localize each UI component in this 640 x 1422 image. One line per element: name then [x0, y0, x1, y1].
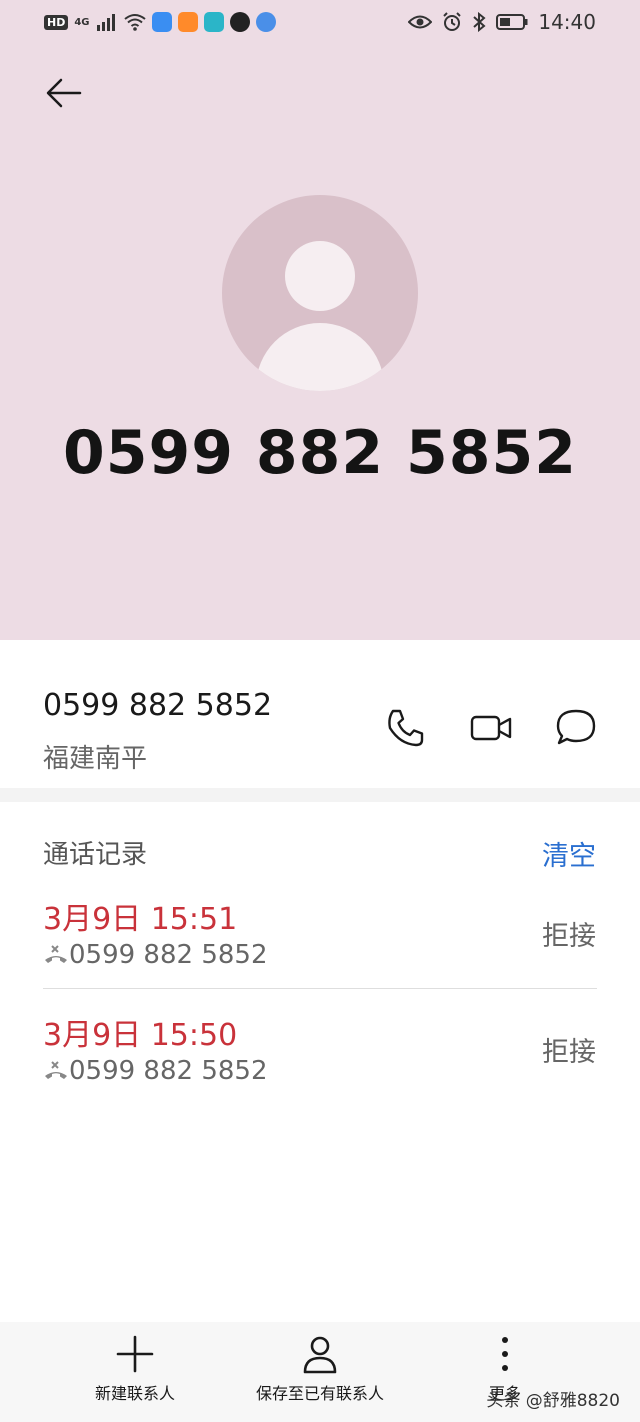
record-number: 0599 882 5852: [69, 940, 268, 970]
record-date: 3月9日 15:50: [43, 1018, 238, 1053]
network-badge: 4G: [74, 16, 90, 28]
call-button[interactable]: [383, 706, 427, 750]
save-to-existing-label: 保存至已有联系人: [255, 1384, 384, 1403]
message-button[interactable]: [554, 706, 598, 750]
record-status: 拒接: [542, 1037, 596, 1068]
clear-button[interactable]: 清空: [542, 834, 596, 873]
rejected-call-icon: [45, 1061, 67, 1079]
new-contact-label: 新建联系人: [94, 1384, 175, 1403]
contact-number: 0599 882 5852: [43, 688, 273, 723]
more-vertical-icon: [502, 1337, 508, 1371]
section-divider: [0, 788, 640, 802]
status-left: HD 4G: [44, 10, 276, 34]
record-date: 3月9日 15:51: [43, 902, 238, 937]
reader-app-icon: [203, 12, 224, 32]
record-number: 0599 882 5852: [69, 1056, 268, 1086]
signal-icon: [96, 14, 115, 31]
back-button[interactable]: [40, 70, 88, 118]
record-number-row: 0599 882 5852: [43, 1056, 268, 1086]
alarm-icon: [443, 12, 462, 31]
status-time: 14:40: [538, 10, 596, 34]
battery-icon: [496, 14, 528, 30]
cloud-app-icon: [151, 12, 172, 32]
avatar: [222, 195, 418, 391]
new-contact-button[interactable]: 新建联系人: [88, 1334, 182, 1404]
person-icon: [303, 1336, 337, 1374]
eye-icon: [408, 15, 433, 29]
plus-icon: [116, 1335, 154, 1373]
header-phone-number: 0599 882 5852: [62, 418, 577, 488]
rejected-call-icon: [45, 945, 67, 963]
avatar-head: [285, 241, 355, 311]
contact-location: 福建南平: [43, 744, 148, 774]
video-app-icon: [177, 12, 198, 32]
status-right: 14:40: [408, 10, 596, 34]
record-divider: [43, 988, 597, 989]
record-status: 拒接: [542, 921, 596, 952]
save-to-existing-button[interactable]: 保存至已有联系人: [248, 1334, 392, 1404]
status-bar: HD 4G 14:40: [0, 0, 640, 44]
hd-badge: HD: [44, 14, 69, 30]
watermark: 头条 @舒雅8820: [486, 1391, 620, 1411]
arrow-left-icon: [46, 78, 82, 108]
qq-app-icon: [229, 12, 250, 32]
call-records-title: 通话记录: [43, 840, 148, 870]
browser-app-icon: [255, 12, 276, 32]
chat-bubble-icon: [556, 709, 596, 745]
record-number-row: 0599 882 5852: [43, 940, 268, 970]
wifi-icon: [123, 14, 146, 31]
bluetooth-icon: [473, 12, 486, 32]
phone-icon: [388, 709, 424, 747]
video-camera-icon: [470, 715, 512, 741]
avatar-body: [256, 323, 384, 391]
video-call-button[interactable]: [469, 706, 513, 750]
